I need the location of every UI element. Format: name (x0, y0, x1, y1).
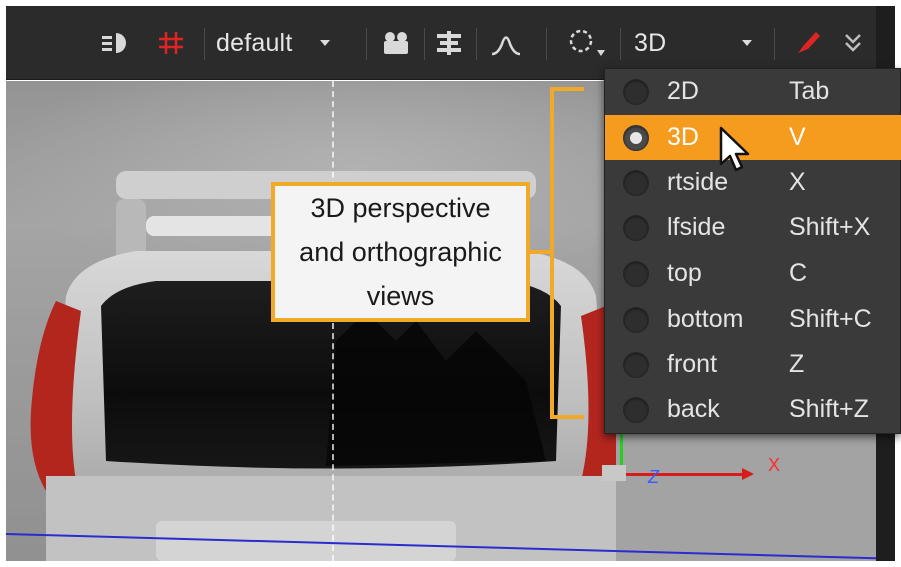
chevron-down-icon (320, 40, 331, 46)
callout-annotation: 3D perspective and orthographic views (271, 182, 530, 322)
view-mode-dropdown-value: 3D (634, 28, 667, 57)
menu-item-bottom[interactable]: bottom Shift+C (605, 297, 901, 342)
view-mode-dropdown[interactable]: 3D (634, 26, 764, 60)
menu-item-lfside[interactable]: lfside Shift+X (605, 205, 901, 250)
callout-line-2: and orthographic (299, 237, 502, 267)
radio-icon (623, 351, 649, 378)
callout-connector (530, 250, 552, 254)
menu-item-label: front (667, 350, 718, 378)
preset-dropdown[interactable]: default (216, 26, 366, 60)
menu-item-label: top (667, 259, 702, 287)
toolbar-divider (204, 28, 205, 60)
callout-line-3: views (366, 281, 435, 311)
more-options-icon[interactable] (842, 26, 870, 60)
mouse-cursor-icon (718, 126, 754, 176)
gizmo-center (602, 465, 626, 481)
menu-item-label: 3D (667, 123, 699, 151)
menu-item-label: back (667, 395, 720, 423)
grid-toggle-icon[interactable] (156, 26, 188, 60)
radio-selected-icon (623, 124, 649, 151)
gizmo-y-axis (620, 431, 623, 467)
toolbar-divider (476, 28, 477, 60)
radio-icon (623, 260, 649, 287)
toolbar-divider (774, 28, 775, 60)
camera-icon[interactable] (380, 26, 414, 60)
chevron-down-icon (742, 40, 753, 46)
selection-mode-icon[interactable] (564, 26, 608, 60)
toolbar-divider (424, 28, 425, 60)
menu-item-shortcut: Shift+X (789, 213, 871, 241)
menu-item-shortcut: Shift+C (789, 305, 872, 333)
toolbar-divider (366, 28, 367, 60)
gizmo-x-axis (626, 473, 744, 476)
radio-icon (623, 306, 649, 333)
callout-line-1: 3D perspective (310, 193, 491, 223)
radio-icon (623, 78, 649, 105)
curve-icon[interactable] (490, 26, 524, 60)
view-mode-menu: 2D Tab 3D V rtside X lfside Shift+X top … (604, 68, 901, 434)
gizmo-x-label: X (768, 455, 781, 475)
preset-dropdown-value: default (216, 28, 293, 57)
callout-bracket (550, 87, 584, 419)
menu-item-top[interactable]: top C (605, 251, 901, 296)
radio-icon (623, 214, 649, 241)
toolbar-divider (620, 28, 621, 60)
align-icon[interactable] (434, 26, 466, 60)
lighting-toggle-icon[interactable] (100, 26, 132, 60)
radio-icon (623, 169, 649, 196)
menu-item-shortcut: Z (789, 350, 805, 378)
menu-item-front[interactable]: front Z (605, 342, 901, 387)
menu-item-back[interactable]: back Shift+Z (605, 387, 901, 432)
toolbar-divider (546, 28, 547, 60)
menu-item-label: lfside (667, 213, 726, 241)
menu-item-2d[interactable]: 2D Tab (605, 69, 901, 114)
transform-gizmo[interactable]: X Z (602, 431, 802, 501)
menu-item-shortcut: V (789, 123, 806, 151)
menu-item-shortcut: Tab (789, 77, 830, 105)
menu-item-label: bottom (667, 305, 744, 333)
paint-brush-icon[interactable] (794, 26, 824, 60)
menu-item-shortcut: C (789, 259, 808, 287)
gizmo-z-label: Z (648, 467, 659, 487)
menu-item-shortcut: Shift+Z (789, 395, 869, 423)
menu-item-label: 2D (667, 77, 699, 105)
radio-icon (623, 396, 649, 423)
gizmo-x-arrow (742, 468, 754, 480)
menu-item-shortcut: X (789, 168, 806, 196)
